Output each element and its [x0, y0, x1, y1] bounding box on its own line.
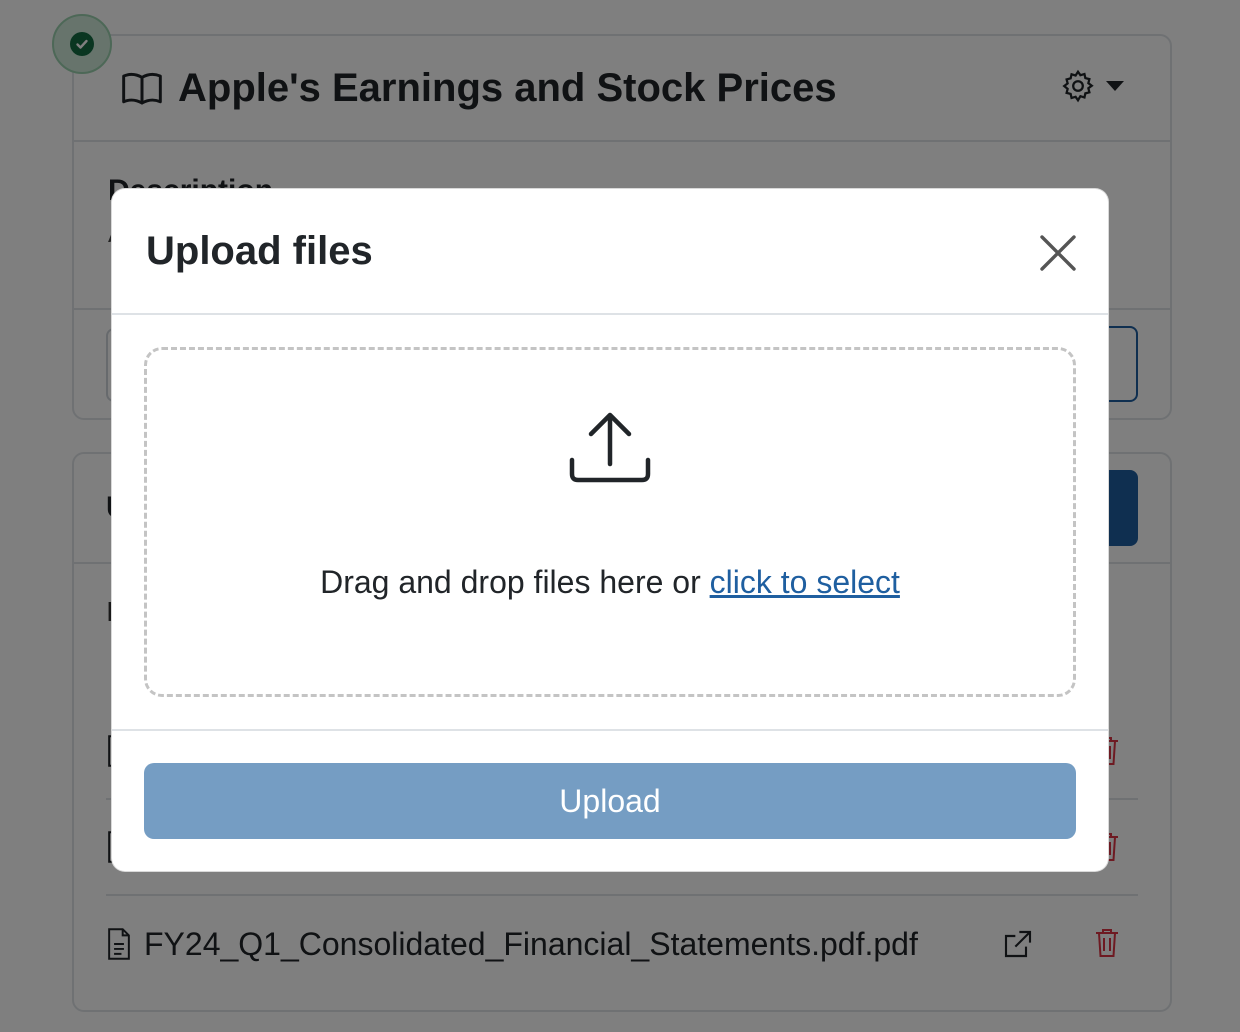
upload-modal: Upload files Drag and drop files here or… — [111, 188, 1109, 872]
dropzone-instruction: Drag and drop files here or — [320, 564, 710, 600]
close-icon[interactable] — [1038, 233, 1078, 273]
file-dropzone[interactable]: Drag and drop files here or click to sel… — [144, 347, 1076, 697]
dropzone-text: Drag and drop files here or click to sel… — [320, 564, 900, 601]
modal-header: Upload files — [112, 189, 1108, 315]
page: Apple's Earnings and Stock Prices Descri… — [0, 0, 1240, 1032]
upload-button[interactable]: Upload — [144, 763, 1076, 839]
modal-footer: Upload — [112, 731, 1108, 871]
select-files-link[interactable]: click to select — [710, 564, 900, 600]
modal-title: Upload files — [146, 228, 373, 273]
modal-body: Drag and drop files here or click to sel… — [112, 315, 1108, 731]
upload-icon — [569, 412, 651, 483]
